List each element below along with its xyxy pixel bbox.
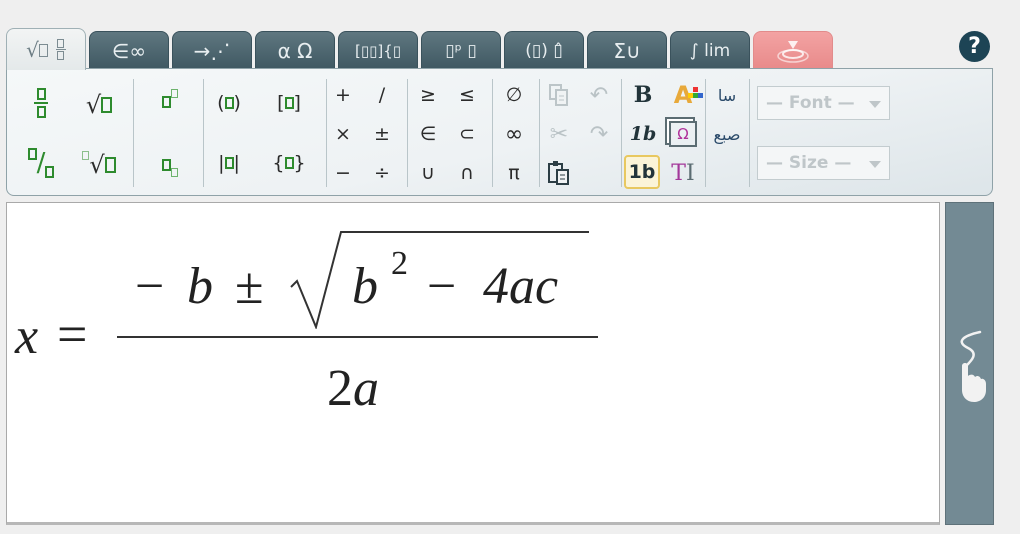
fraction-button[interactable] — [23, 87, 59, 119]
text-mode-icon: TI — [671, 160, 695, 186]
equation-lhs: x — [15, 308, 39, 365]
subscript-icon — [162, 154, 178, 177]
nth-root-icon: √ — [82, 151, 116, 179]
tab-arrows[interactable]: →⋰ — [172, 31, 252, 69]
minus-button[interactable]: − — [325, 157, 361, 189]
undo-button[interactable]: ↶ — [581, 79, 617, 111]
symbol-toolbar: √ / √ () [] | | {} + / × ± − ÷ ≥ ≤ ∈ ⊂ ∪ … — [6, 68, 993, 196]
equation-equals: = — [57, 304, 88, 364]
font-dropdown[interactable]: — Font — — [757, 86, 890, 120]
slash-fraction-button[interactable]: / — [23, 147, 59, 179]
paste-button[interactable] — [541, 157, 577, 189]
numerator-minus: − — [135, 258, 165, 315]
text-color-icon: A — [674, 81, 704, 109]
normal-style-icon: 1b — [628, 161, 656, 183]
text-color-button[interactable]: A — [665, 79, 704, 111]
handwriting-input-icon — [777, 40, 809, 63]
redo-icon: ↷ — [589, 121, 609, 147]
subset-button[interactable]: ⊂ — [449, 118, 485, 150]
radicand-4ac: 4ac — [483, 258, 559, 315]
numerator-plus-minus: ± — [235, 258, 264, 315]
help-icon: ? — [968, 34, 981, 59]
tab-templates[interactable]: √ — [6, 28, 86, 70]
paste-icon — [548, 161, 569, 185]
numerator-b: b — [187, 258, 213, 315]
intersection-button[interactable]: ∩ — [449, 157, 485, 189]
chevron-down-icon — [869, 101, 881, 108]
tab-greek[interactable]: α Ω — [255, 31, 335, 69]
help-button[interactable]: ? — [959, 31, 990, 62]
fraction-icon — [34, 88, 48, 118]
cut-icon: ✂ — [549, 121, 569, 147]
parentheses-icon: () — [217, 92, 241, 114]
division-button[interactable]: ÷ — [364, 157, 400, 189]
radicand-minus: − — [427, 258, 457, 315]
ltr-button[interactable]: ﺻﺒﻊ — [709, 118, 745, 150]
equation-editor-area[interactable]: x = − b ± b 2 − 4ac 2 a — [6, 202, 940, 525]
sqrt-icon: √ — [86, 91, 113, 119]
square-brackets-icon: [] — [277, 92, 301, 114]
tab-calculus[interactable]: ∫ lim — [670, 31, 750, 69]
infinity-button[interactable]: ∞ — [496, 118, 532, 150]
denominator-a: a — [353, 360, 379, 417]
bold-button[interactable]: B — [625, 79, 661, 111]
omega-icon: Ω — [669, 121, 697, 147]
empty-set-button[interactable]: ∅ — [496, 79, 532, 111]
plus-minus-button[interactable]: ± — [364, 118, 400, 150]
divide-slash-button[interactable]: / — [364, 79, 400, 111]
tab-sets[interactable]: ∈∞ — [89, 31, 169, 69]
square-brackets-button[interactable]: [] — [271, 87, 307, 119]
rtl-icon: ﺳﺎ — [717, 85, 737, 105]
handwriting-panel-toggle[interactable] — [945, 202, 994, 525]
union-button[interactable]: ∪ — [410, 157, 446, 189]
plus-button[interactable]: + — [325, 79, 361, 111]
radicand-b: b — [352, 258, 378, 315]
tab-matrices[interactable]: [▯▯]{▯ — [338, 31, 418, 69]
less-equal-button[interactable]: ≤ — [449, 79, 485, 111]
fraction-bar — [117, 336, 598, 338]
pi-button[interactable]: π — [496, 157, 532, 189]
handwriting-hand-icon — [960, 330, 986, 402]
copy-button[interactable] — [541, 79, 577, 111]
undo-icon: ↶ — [589, 82, 609, 108]
ltr-icon: ﺻﺒﻊ — [713, 124, 741, 144]
tab-brackets[interactable]: (▯) ▯̂ — [504, 31, 584, 69]
sqrt-button[interactable]: √ — [81, 89, 117, 121]
braces-button[interactable]: {} — [271, 147, 307, 179]
tab-operators[interactable]: Σ∪ — [587, 31, 667, 69]
radicand-exponent: 2 — [391, 245, 408, 282]
normal-style-button[interactable]: 1b — [624, 155, 660, 189]
slash-fraction-icon: / — [27, 148, 55, 178]
tab-scripts[interactable]: ▯ᵖ ▯ — [421, 31, 501, 69]
size-dropdown[interactable]: — Size — — [757, 146, 890, 180]
braces-icon: {} — [272, 152, 306, 174]
tab-handwriting[interactable] — [753, 31, 833, 69]
subscript-button[interactable] — [152, 149, 188, 181]
text-mode-button[interactable]: TI — [665, 157, 701, 189]
superscript-button[interactable] — [152, 85, 188, 117]
special-characters-button[interactable]: Ω — [665, 118, 701, 150]
redo-button[interactable]: ↷ — [581, 118, 617, 150]
nth-root-button[interactable]: √ — [81, 149, 117, 181]
bold-icon: B — [633, 82, 653, 108]
cut-button[interactable]: ✂ — [541, 118, 577, 150]
italic-button[interactable]: 1b — [625, 118, 661, 150]
italic-icon: 1b — [629, 123, 657, 145]
times-button[interactable]: × — [325, 118, 361, 150]
chevron-down-icon — [869, 161, 881, 168]
rtl-button[interactable]: ﺳﺎ — [709, 79, 745, 111]
parentheses-button[interactable]: () — [211, 87, 247, 119]
greater-equal-button[interactable]: ≥ — [410, 79, 446, 111]
copy-icon — [549, 84, 568, 106]
absolute-value-button[interactable]: | | — [211, 147, 247, 179]
superscript-icon — [162, 89, 178, 113]
absolute-value-icon: | | — [218, 152, 240, 174]
element-of-button[interactable]: ∈ — [410, 118, 446, 150]
denominator-2: 2 — [327, 360, 353, 417]
